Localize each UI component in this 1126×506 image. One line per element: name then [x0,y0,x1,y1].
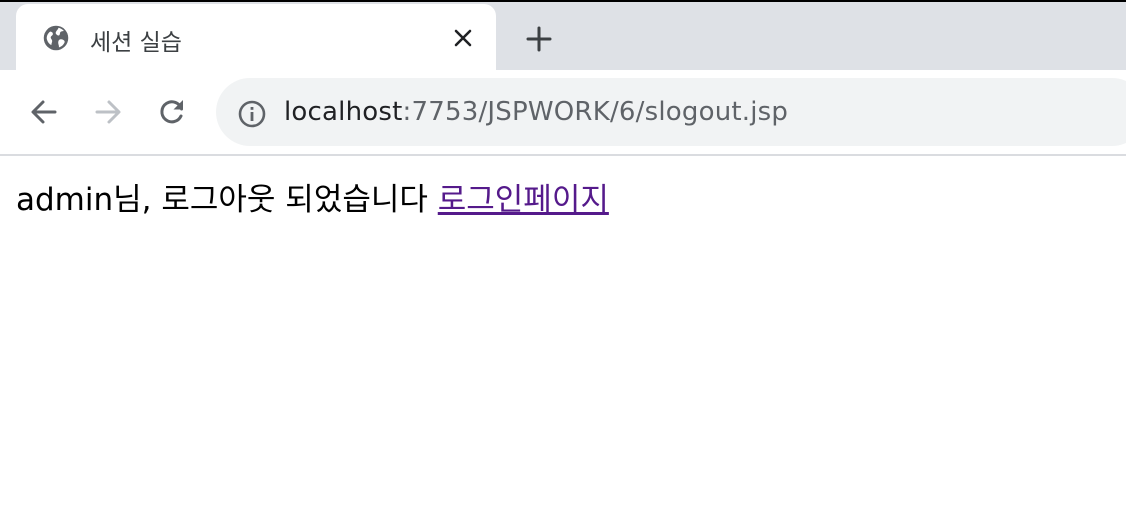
forward-arrow-icon[interactable] [88,92,128,132]
plus-icon[interactable] [522,22,556,56]
close-icon[interactable] [450,25,476,51]
back-arrow-icon[interactable] [24,92,64,132]
page-content: admin님, 로그아웃 되었습니다 로그인페이지 [16,174,609,219]
address-bar[interactable]: localhost:7753/JSPWORK/6/slogout.jsp [216,78,1126,146]
browser-toolbar: localhost:7753/JSPWORK/6/slogout.jsp [0,70,1126,154]
tab-title: 세션 실습 [90,30,182,56]
login-page-link[interactable]: 로그인페이지 [438,182,609,218]
reload-icon[interactable] [152,92,192,132]
url-text[interactable]: localhost:7753/JSPWORK/6/slogout.jsp [284,97,788,127]
info-icon[interactable] [238,100,266,128]
url-path: :7753/JSPWORK/6/slogout.jsp [402,97,789,127]
logout-message: admin님, 로그아웃 되었습니다 [16,182,438,218]
url-host: localhost [284,97,403,127]
globe-icon [42,24,70,52]
browser-tab[interactable]: 세션 실습 [16,4,496,72]
tab-strip: 세션 실습 [0,0,1126,72]
toolbar-divider [0,154,1126,156]
